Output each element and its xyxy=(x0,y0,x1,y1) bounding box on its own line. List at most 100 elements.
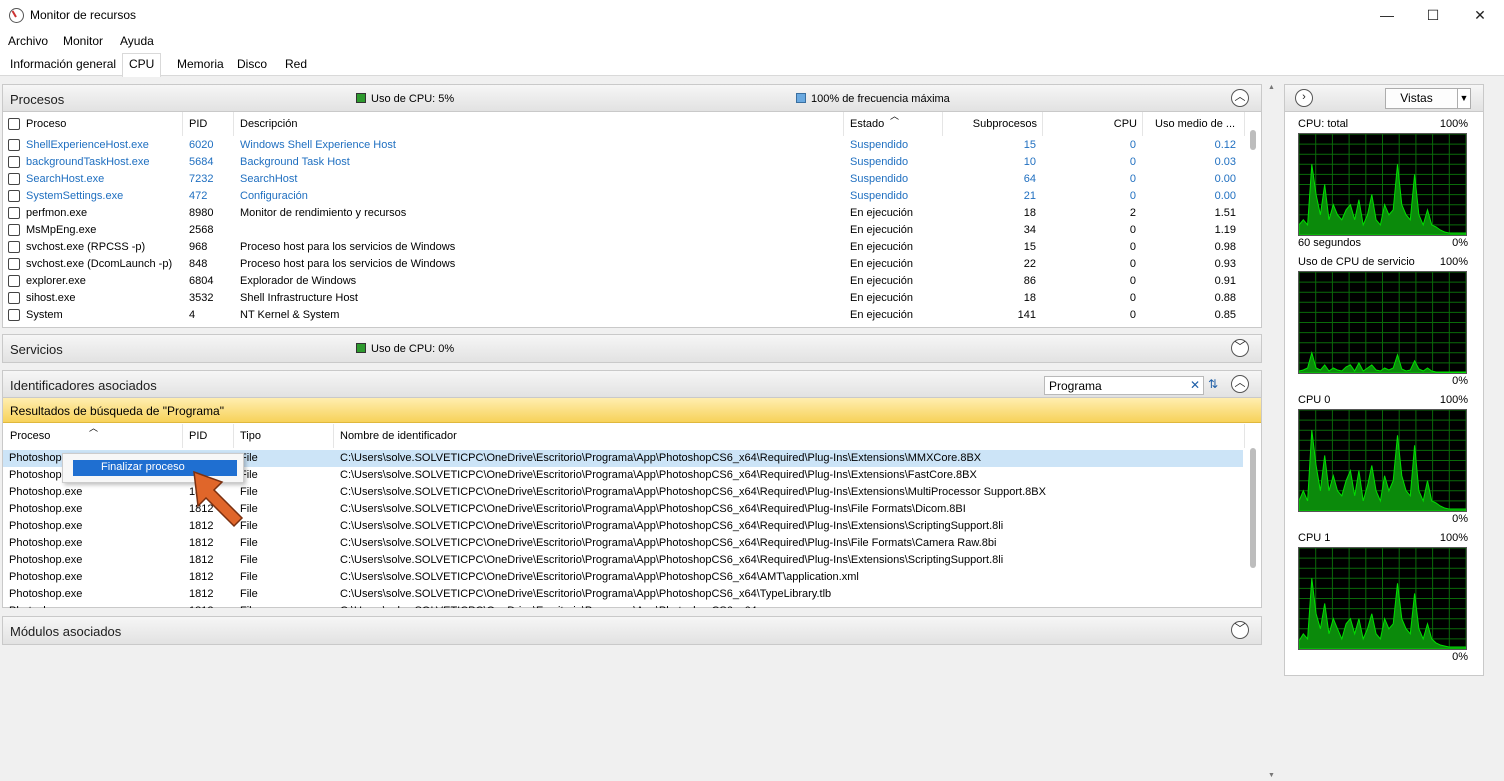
graph-label: CPU 0 xyxy=(1298,394,1331,406)
tab-memoria[interactable]: Memoria xyxy=(177,57,224,71)
process-checkbox[interactable] xyxy=(8,275,20,287)
col-proceso[interactable]: Proceso xyxy=(3,112,183,136)
process-avg-cpu: 1.51 xyxy=(1214,207,1236,219)
cpu-graph xyxy=(1298,409,1467,512)
services-header[interactable]: Servicios Uso de CPU: 0% ﹀ xyxy=(3,335,1261,362)
maximize-button[interactable]: ☐ xyxy=(1410,0,1456,31)
handle-row[interactable]: Photoshop.exe1812FileC:\Users\solve.SOLV… xyxy=(3,569,1243,586)
process-row[interactable]: explorer.exe 6804 Explorador de Windows En … xyxy=(3,273,1261,290)
process-checkbox[interactable] xyxy=(8,258,20,270)
handle-row[interactable]: Photoshop.exe1812FileC:\Users\solve.SOLV… xyxy=(3,603,1243,608)
handle-name: C:\Users\solve.SOLVETICPC\OneDrive\Escri… xyxy=(340,554,1004,566)
process-checkbox[interactable] xyxy=(8,190,20,202)
col-cpu[interactable]: CPU xyxy=(1043,112,1143,136)
process-row[interactable]: System 4 NT Kernel & System En ejecución 141… xyxy=(3,307,1261,324)
modules-title: Módulos asociados xyxy=(10,624,122,639)
col-h-pid[interactable]: PID xyxy=(183,424,234,448)
process-cpu: 0 xyxy=(1129,173,1136,185)
scroll-up-icon[interactable]: ▲ xyxy=(1268,84,1275,91)
process-checkbox[interactable] xyxy=(8,241,20,253)
process-name: svchost.exe (RPCSS -p) xyxy=(26,241,146,253)
handle-type: File xyxy=(240,452,258,464)
process-threads: 64 xyxy=(1023,173,1036,185)
graph-max: 100% xyxy=(1439,256,1468,268)
process-checkbox[interactable] xyxy=(8,224,20,236)
process-checkbox[interactable] xyxy=(8,173,20,185)
process-row[interactable]: perfmon.exe 8980 Monitor de rendimiento y … xyxy=(3,205,1261,222)
handle-name: C:\Users\solve.SOLVETICPC\OneDrive\Escri… xyxy=(340,486,1046,498)
process-checkbox[interactable] xyxy=(8,292,20,304)
collapse-graphs-icon[interactable]: › xyxy=(1295,89,1313,107)
graph-max: 100% xyxy=(1439,394,1468,406)
process-checkbox[interactable] xyxy=(8,156,20,168)
process-pid: 472 xyxy=(189,190,208,202)
col-pid[interactable]: PID xyxy=(183,112,234,136)
handle-row[interactable]: Photoshop.exe1812FileC:\Users\solve.SOLV… xyxy=(3,501,1243,518)
processes-scrollbar[interactable] xyxy=(1250,130,1256,150)
process-avg-cpu: 0.93 xyxy=(1214,258,1236,270)
handle-pid: 1812 xyxy=(189,588,214,600)
expand-modules-icon[interactable]: ﹀ xyxy=(1231,621,1249,639)
minimize-button[interactable]: — xyxy=(1364,0,1410,31)
process-threads: 86 xyxy=(1023,275,1036,287)
process-description: Windows Shell Experience Host xyxy=(240,139,396,151)
scroll-down-icon[interactable]: ▼ xyxy=(1268,772,1275,779)
process-checkbox[interactable] xyxy=(8,207,20,219)
process-checkbox[interactable] xyxy=(8,139,20,151)
cpu-graph-block: CPU: total 100% 60 segundos 0% xyxy=(1285,116,1485,250)
process-state: En ejecución xyxy=(850,275,913,287)
tab-disco[interactable]: Disco xyxy=(237,57,267,71)
collapse-handles-icon[interactable]: ︿ xyxy=(1231,375,1249,393)
views-dropdown-icon[interactable]: ▼ xyxy=(1457,88,1471,109)
col-estado[interactable]: Estado ︿ xyxy=(844,111,943,136)
process-cpu: 0 xyxy=(1129,258,1136,270)
clear-search-icon[interactable]: ✕ xyxy=(1190,378,1200,392)
modules-header[interactable]: Módulos asociados ﹀ xyxy=(3,617,1261,644)
col-subprocesos[interactable]: Subprocesos xyxy=(943,112,1043,136)
handle-row[interactable]: Photoshop.exe1812FileC:\Users\solve.SOLV… xyxy=(3,484,1243,501)
handle-row[interactable]: Photoshop.exe1812FileC:\Users\solve.SOLV… xyxy=(3,552,1243,569)
col-descripcion[interactable]: Descripción xyxy=(234,112,844,136)
process-row[interactable]: sihost.exe 3532 Shell Infrastructure Host E… xyxy=(3,290,1261,307)
close-button[interactable]: ✕ xyxy=(1457,0,1503,31)
collapse-processes-icon[interactable]: ︿ xyxy=(1231,89,1249,107)
process-threads: 34 xyxy=(1023,224,1036,236)
process-name: perfmon.exe xyxy=(26,207,88,219)
handles-search-input[interactable]: Programa xyxy=(1044,376,1204,395)
search-refresh-icon[interactable]: ⇅ xyxy=(1208,377,1224,393)
handles-header[interactable]: Identificadores asociados Programa ✕ ⇅ ︿ xyxy=(3,371,1261,398)
handle-process: Photoshop.exe xyxy=(9,486,83,498)
process-row[interactable]: SystemSettings.exe 472 Configuración Suspen… xyxy=(3,188,1261,205)
process-cpu: 0 xyxy=(1129,139,1136,151)
graph-footer-left: 60 segundos xyxy=(1298,237,1361,249)
process-row[interactable]: SearchHost.exe 7232 SearchHost Suspendido 64… xyxy=(3,171,1261,188)
expand-services-icon[interactable]: ﹀ xyxy=(1231,339,1249,357)
col-h-proceso[interactable]: Proceso ︿ xyxy=(3,424,183,448)
col-h-tipo[interactable]: Tipo xyxy=(234,424,334,448)
menu-archivo[interactable]: Archivo xyxy=(8,34,48,48)
handle-row[interactable]: Photoshop.exe1812FileC:\Users\solve.SOLV… xyxy=(3,535,1243,552)
col-h-nombre[interactable]: Nombre de identificador xyxy=(334,424,1245,448)
process-cpu: 0 xyxy=(1129,309,1136,321)
col-uso-medio[interactable]: Uso medio de ... xyxy=(1143,112,1245,136)
main-scrollbar[interactable]: ▲ ▼ xyxy=(1266,84,1278,781)
tab-red[interactable]: Red xyxy=(285,57,307,71)
process-row[interactable]: svchost.exe (DcomLaunch -p) 848 Proceso ho… xyxy=(3,256,1261,273)
process-row[interactable]: MsMpEng.exe 2568 En ejecución 34 0 1.19 xyxy=(3,222,1261,239)
process-row[interactable]: backgroundTaskHost.exe 5684 Background Tas… xyxy=(3,154,1261,171)
handles-scrollbar[interactable] xyxy=(1250,448,1256,568)
process-row[interactable]: ShellExperienceHost.exe 6020 Windows Shell… xyxy=(3,137,1261,154)
handle-row[interactable]: Photoshop.exe1812FileC:\Users\solve.SOLV… xyxy=(3,518,1243,535)
process-checkbox[interactable] xyxy=(8,309,20,321)
views-button[interactable]: Vistas xyxy=(1385,88,1462,109)
menu-monitor[interactable]: Monitor xyxy=(63,34,103,48)
tab-informacion-general[interactable]: Información general xyxy=(10,57,116,71)
process-row[interactable]: svchost.exe (RPCSS -p) 968 Proceso host pa… xyxy=(3,239,1261,256)
menu-bar: Archivo Monitor Ayuda xyxy=(0,31,1504,51)
handle-row[interactable]: Photoshop.exe1812FileC:\Users\solve.SOLV… xyxy=(3,586,1243,603)
processes-header[interactable]: Procesos Uso de CPU: 5% 100% de frecuenc… xyxy=(3,85,1261,112)
processes-header-row: Proceso PID Descripción Estado ︿ Subproce… xyxy=(3,111,1261,136)
menu-ayuda[interactable]: Ayuda xyxy=(120,34,154,48)
tab-cpu[interactable]: CPU xyxy=(122,53,162,77)
handle-type: File xyxy=(240,486,258,498)
